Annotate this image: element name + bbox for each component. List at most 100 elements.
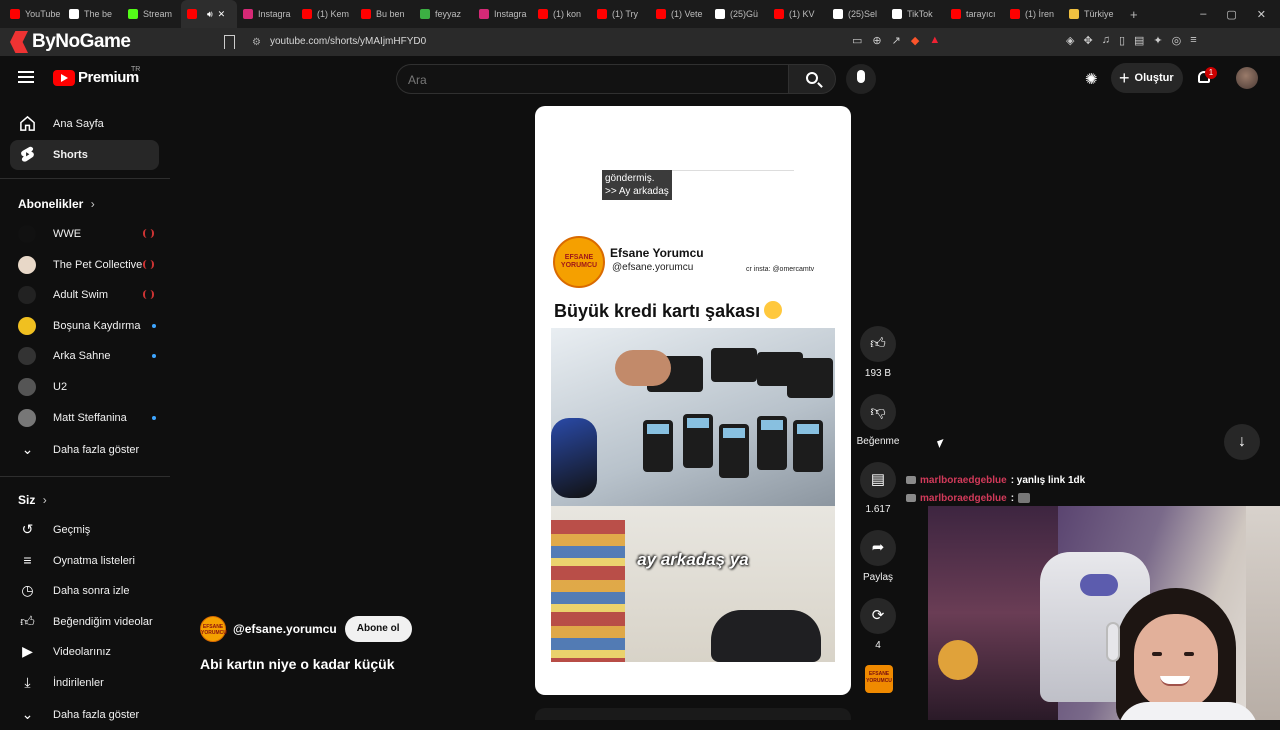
brave-shield-icon[interactable]: ◆	[911, 34, 919, 47]
subscriptions-heading[interactable]: Abonelikler ›	[18, 197, 95, 211]
new-content-dot	[152, 354, 156, 359]
browser-tab[interactable]: 🔊︎ ✕	[181, 0, 237, 28]
sidebar-item-shorts[interactable]: Shorts	[10, 140, 159, 170]
next-short-preview[interactable]	[535, 708, 851, 720]
browser-tab[interactable]: (1) kon	[532, 0, 591, 28]
search-button[interactable]	[788, 64, 836, 94]
youtube-premium-label[interactable]: Premium	[78, 69, 139, 86]
url-field[interactable]: youtube.com/shorts/yMAIjmHFYD0	[270, 36, 426, 47]
sidebar-subscription[interactable]: Boşuna Kaydırma	[10, 311, 159, 341]
chevron-down-icon: ⌄	[21, 706, 34, 722]
browser-tab[interactable]: feyyaz	[414, 0, 473, 28]
sidebar-item-downloads[interactable]: ⤓ İndirilenler	[10, 668, 159, 698]
channel-avatar	[18, 316, 36, 335]
browser-tab[interactable]: (1) Kem	[296, 0, 355, 28]
tab-favicon-icon	[715, 9, 725, 19]
audio-playing-icon[interactable]: 🔊︎	[207, 9, 213, 20]
sidebar-subscription[interactable]: Arka Sahne	[10, 341, 159, 371]
browser-tab[interactable]: tarayıcı	[945, 0, 1004, 28]
sidebar-subscription[interactable]: The Pet Collective	[10, 250, 159, 280]
sidebar-show-more[interactable]: ⌄ Daha fazla göster	[10, 435, 159, 465]
share-button[interactable]: ➦	[860, 530, 896, 566]
minimize-button[interactable]: –	[1200, 8, 1206, 21]
rewards-icon[interactable]: ▲	[929, 34, 940, 47]
sidebar-item-liked-videos[interactable]: 👍︎ Beğendiğim videolar	[10, 607, 159, 637]
browser-tab[interactable]: (1) Vete	[650, 0, 709, 28]
channel-handle[interactable]: @efsane.yorumcu	[233, 622, 337, 636]
sidebar: Ana Sayfa Shorts Abonelikler › WWE The Pe…	[0, 102, 170, 722]
short-title[interactable]: Abi kartın niye o kadar küçük	[200, 656, 395, 672]
maximize-button[interactable]: ▢	[1226, 8, 1236, 21]
hamburger-menu-icon[interactable]	[18, 71, 34, 83]
sidebar-item-your-videos[interactable]: ▶ Videolarınız	[10, 637, 159, 667]
sidebar-divider	[0, 178, 170, 179]
shorts-icon	[21, 146, 34, 162]
sidebar-subscription[interactable]: Adult Swim	[10, 280, 159, 310]
extension-wand-icon[interactable]: ✺	[1085, 70, 1103, 88]
channel-avatar[interactable]: EFSANE YORUMCU	[200, 616, 227, 642]
plush-toy	[938, 640, 978, 680]
video-frame[interactable]: ay arkadaş ya	[551, 328, 835, 662]
tab-label: (1) Try	[612, 9, 638, 19]
browser-tab[interactable]: Stream	[122, 0, 181, 28]
browser-tab[interactable]: The be	[63, 0, 122, 28]
ai-icon[interactable]: ✦	[1153, 34, 1162, 47]
bookmark-icon[interactable]	[224, 35, 235, 49]
browser-tab[interactable]: TikTok	[886, 0, 945, 28]
next-short-button[interactable]: ↓	[1224, 424, 1260, 460]
puzzle-icon[interactable]: ✥	[1083, 34, 1092, 47]
sidebar-item-label: WWE	[53, 228, 82, 240]
browser-tab[interactable]: Türkiye	[1063, 0, 1122, 28]
share-icon[interactable]: ↗	[892, 34, 901, 47]
sidebar-subscription[interactable]: Matt Steffanina	[10, 403, 159, 433]
short-player[interactable]: göndermiş. >> Ay arkadaş EFSANE YORUMCU …	[535, 106, 851, 695]
browser-tab[interactable]: (1) İren	[1004, 0, 1063, 28]
music-icon[interactable]: ♫	[1102, 34, 1110, 47]
account-avatar[interactable]	[1236, 67, 1258, 89]
sidebar-toggle-icon[interactable]: ▯	[1119, 34, 1125, 47]
comment-count: 1.617	[865, 504, 891, 515]
voice-search-button[interactable]	[846, 64, 876, 94]
browser-brand[interactable]: ByNoGame	[10, 28, 131, 56]
you-heading[interactable]: Siz ›	[18, 493, 47, 507]
address-actions: ▭ ⊕ ↗ ◆ ▲	[852, 34, 940, 47]
site-info-icon[interactable]: ⚙	[252, 37, 261, 48]
zoom-icon[interactable]: ⊕	[872, 34, 881, 47]
sidebar-subscription[interactable]: U2	[10, 372, 159, 402]
sidebar-you-show-more[interactable]: ⌄ Daha fazla göster	[10, 700, 159, 730]
dislike-button[interactable]: 👎︎	[860, 394, 896, 430]
youtube-logo-icon[interactable]	[53, 70, 75, 86]
post-title: Büyük kredi kartı şakası	[554, 301, 783, 322]
extension-icon[interactable]: ◈	[1066, 34, 1074, 47]
vpn-icon[interactable]: ◎	[1172, 34, 1182, 47]
sidebar-item-home[interactable]: Ana Sayfa	[10, 109, 159, 139]
comments-button[interactable]: ▤	[860, 462, 896, 498]
browser-tab[interactable]: Instagra	[237, 0, 296, 28]
remix-button[interactable]: ⟳	[860, 598, 896, 634]
sidebar-item-playlists[interactable]: ≡ Oynatma listeleri	[10, 546, 159, 576]
search-icon	[806, 72, 818, 84]
browser-tab[interactable]: YouTube	[4, 0, 63, 28]
browser-tab[interactable]: Bu ben	[355, 0, 414, 28]
browser-menu-icon[interactable]: ≡	[1190, 34, 1196, 47]
sound-channel-avatar[interactable]: EFSANE YORUMCU	[865, 665, 893, 693]
browser-tab[interactable]: (25)Sel	[827, 0, 886, 28]
browser-tab[interactable]: (1) KV	[768, 0, 827, 28]
browser-tab[interactable]: (25)Gü	[709, 0, 768, 28]
subscribe-button[interactable]: Abone ol	[344, 616, 412, 642]
browser-tab[interactable]: (1) Try	[591, 0, 650, 28]
sidebar-item-label: Geçmiş	[53, 524, 91, 536]
like-button[interactable]: 👍︎	[860, 326, 896, 362]
create-button[interactable]: + Oluştur	[1111, 63, 1183, 93]
wallet-icon[interactable]: ▤	[1134, 34, 1144, 47]
sidebar-subscription[interactable]: WWE	[10, 219, 159, 249]
sidebar-item-watch-later[interactable]: ◷ Daha sonra izle	[10, 576, 159, 606]
browser-tab[interactable]: Instagra	[473, 0, 532, 28]
close-tab-icon[interactable]: ✕	[218, 9, 226, 20]
close-window-button[interactable]: ✕	[1257, 8, 1266, 21]
cast-icon[interactable]: ▭	[852, 34, 862, 47]
hand	[615, 350, 671, 386]
new-tab-button[interactable]: +	[1130, 7, 1138, 22]
sidebar-item-history[interactable]: ↺ Geçmiş	[10, 515, 159, 545]
search-input[interactable]	[408, 73, 768, 87]
